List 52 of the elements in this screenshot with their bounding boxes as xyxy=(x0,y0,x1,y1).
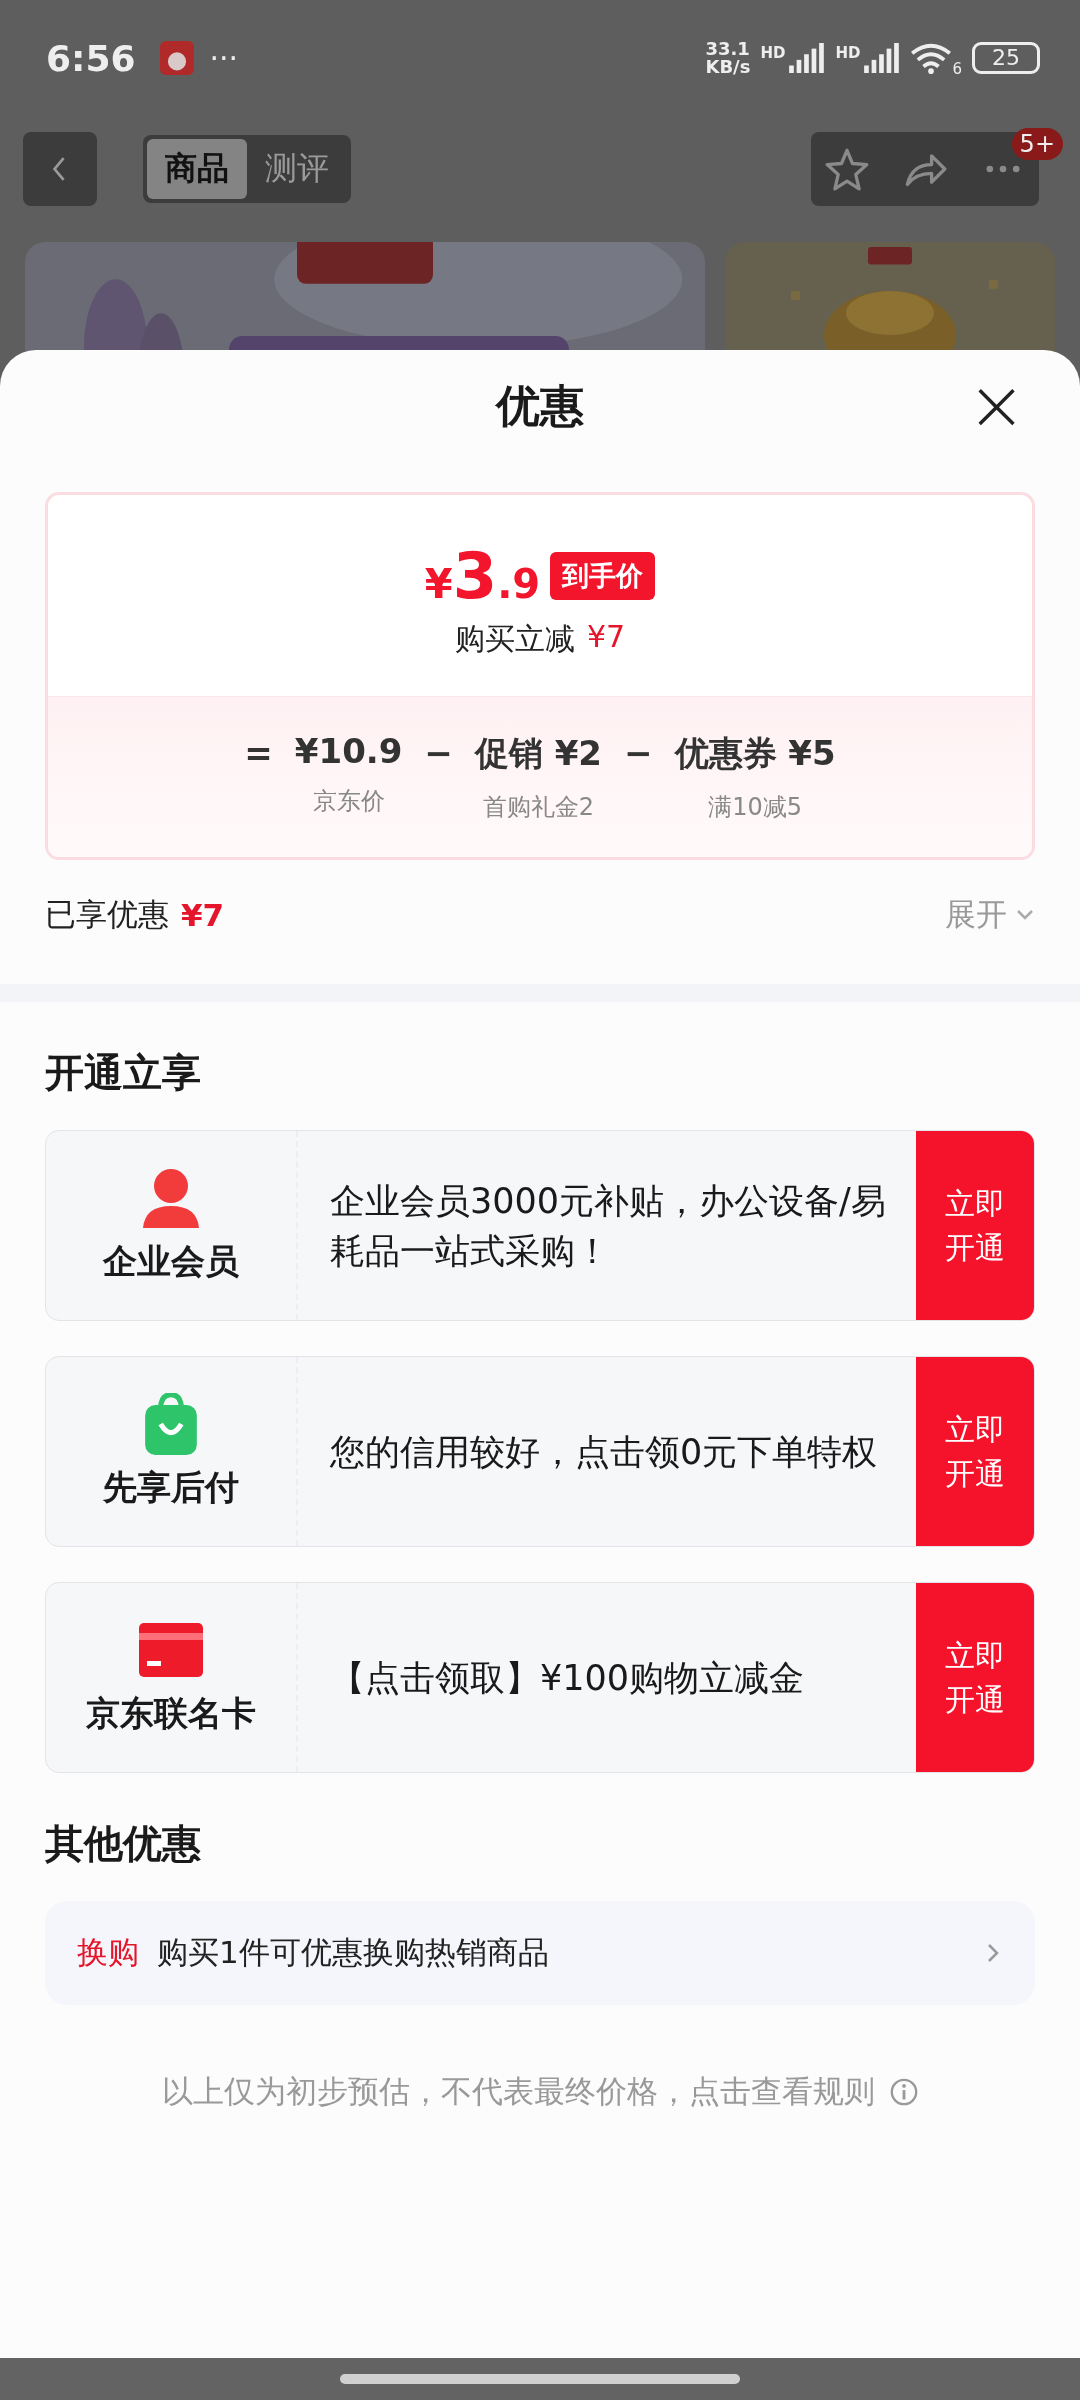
saving-value: ¥7 xyxy=(586,619,626,656)
expand-button[interactable]: 展开 xyxy=(945,894,1035,936)
activate-button[interactable]: 立即开通 xyxy=(916,1131,1034,1320)
more-notifications: ··· xyxy=(209,40,239,76)
signal-icon xyxy=(862,43,901,73)
status-time: 6:56 xyxy=(46,37,136,79)
close-button[interactable]: × xyxy=(961,374,1032,436)
app-notification-icon xyxy=(159,41,194,75)
saving-label: 购买立减 xyxy=(454,620,575,658)
other-offer-row[interactable]: 换购 购买1件可优惠换购热销商品 xyxy=(45,1901,1035,2005)
final-price: ¥3.9 xyxy=(424,539,541,613)
offer-name: 先享后付 xyxy=(103,1465,239,1509)
breakdown-note: 满10减5 xyxy=(708,792,802,823)
offer-name: 京东联名卡 xyxy=(86,1691,256,1735)
info-icon[interactable] xyxy=(888,2077,919,2107)
breakdown-note: 京东价 xyxy=(312,786,385,817)
tab[interactable]: 测评 xyxy=(247,139,347,199)
price-tag: 到手价 xyxy=(550,552,656,600)
offer-description: 【点击领取】¥100购物立减金 xyxy=(329,1656,806,1700)
activate-button[interactable]: 立即开通 xyxy=(916,1357,1034,1546)
notification-badge: 5+ xyxy=(1011,128,1063,160)
disclaimer-link[interactable]: 以上仅为初步预估，不代表最终价格，点击查看规则 xyxy=(161,2071,875,2113)
breakdown-note: 首购礼金2 xyxy=(482,792,595,823)
operator-sign: − xyxy=(424,733,453,773)
activate-button[interactable]: 立即开通 xyxy=(916,1583,1034,1772)
tab[interactable]: 商品 xyxy=(147,139,247,199)
enjoyed-value: ¥7 xyxy=(181,897,225,933)
offer-description: 您的信用较好，点击领0元下单特权 xyxy=(329,1430,879,1474)
battery-indicator: 25 xyxy=(972,42,1040,74)
offer-text: 购买1件可优惠换购热销商品 xyxy=(157,1933,549,1972)
operator-sign: − xyxy=(624,733,653,773)
breakdown-value: ¥10.9 xyxy=(294,731,403,771)
offer-name: 企业会员 xyxy=(103,1239,239,1283)
offer-tag: 换购 xyxy=(77,1932,139,1974)
operator-sign: = xyxy=(244,733,273,773)
hd-label: HD xyxy=(760,44,786,62)
network-speed: 33.1 KB/s xyxy=(705,40,751,76)
signal-icon xyxy=(787,43,826,73)
chevron-right-icon xyxy=(987,1943,999,1963)
wifi-icon xyxy=(910,42,953,74)
sheet-title: 优惠 xyxy=(496,378,584,433)
wifi-generation: 6 xyxy=(952,60,962,78)
enjoyed-label: 已享优惠 xyxy=(45,895,169,934)
section-title: 开通立享 xyxy=(44,1049,202,1097)
section-title: 其他优惠 xyxy=(44,1820,202,1868)
star-icon[interactable] xyxy=(825,147,869,191)
breakdown-value: 优惠券 ¥5 xyxy=(674,732,836,775)
chevron-down-icon xyxy=(1015,909,1035,921)
hd-label: HD xyxy=(835,44,861,62)
breakdown-value: 促销 ¥2 xyxy=(474,732,602,775)
back-button[interactable] xyxy=(23,132,97,206)
offer-description: 企业会员3000元补贴，办公设备/易耗品一站式采购！ xyxy=(329,1179,887,1273)
